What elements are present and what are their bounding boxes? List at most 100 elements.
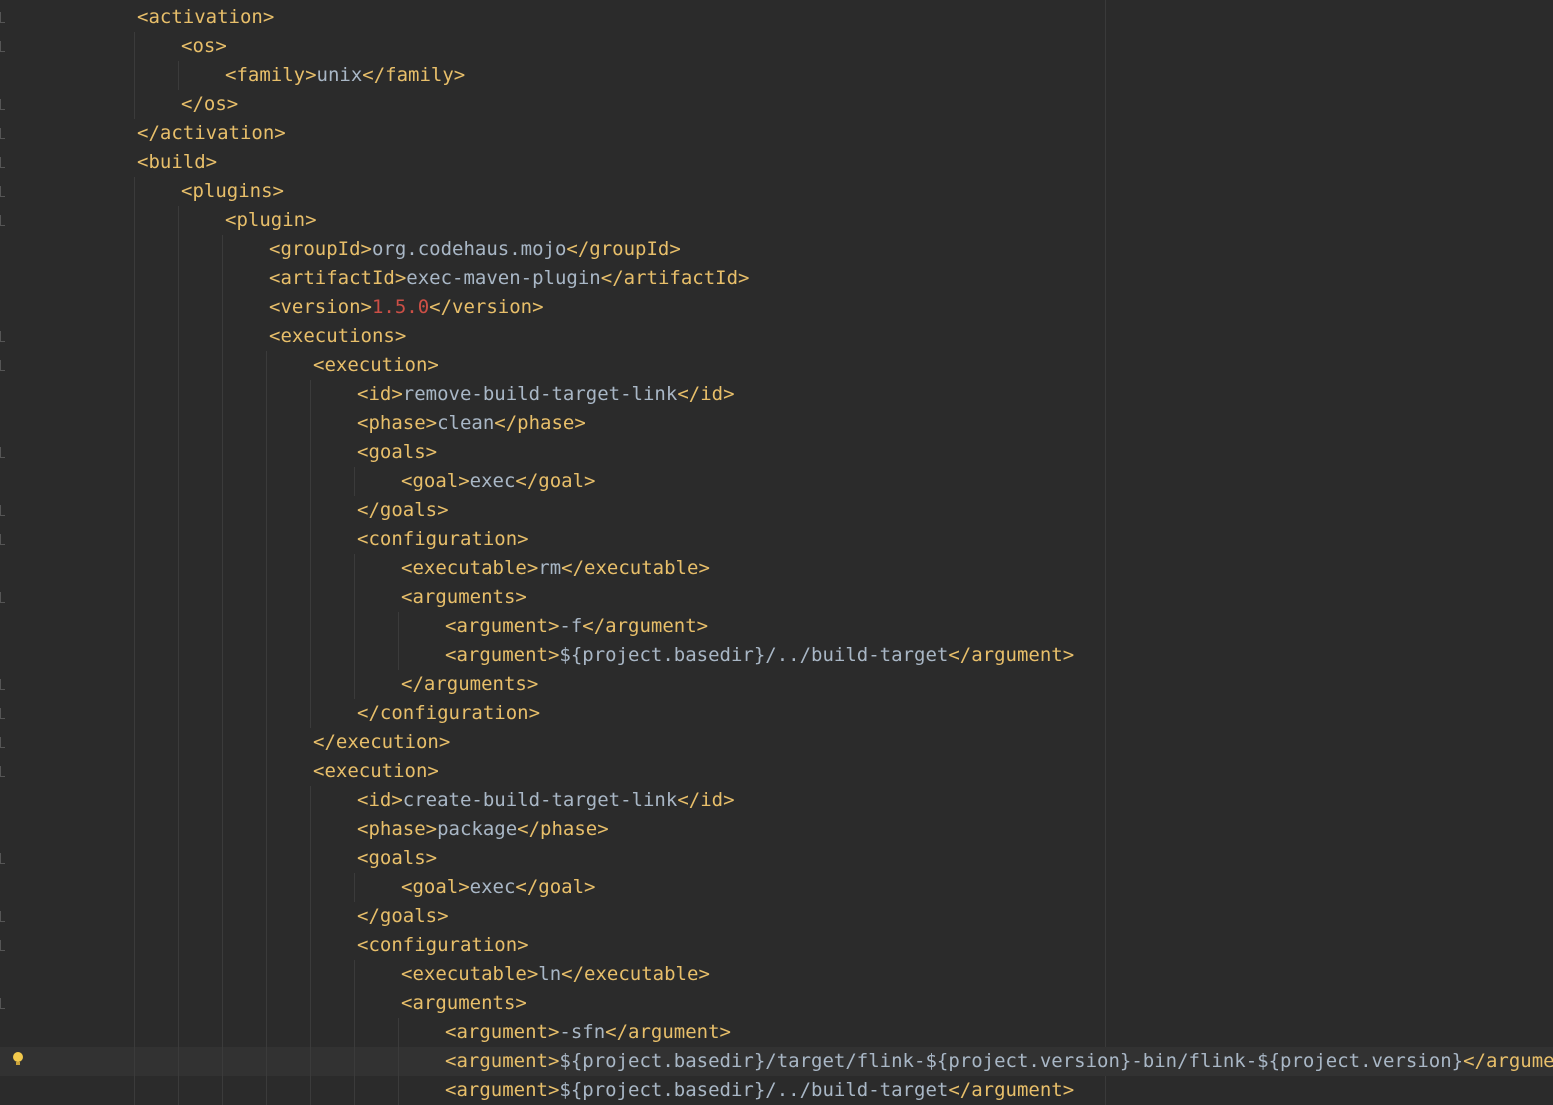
code-lines[interactable]: <activation> <os> <family>unix</family> </o…	[0, 3, 1553, 1105]
xml-text-value: remove-build-target-link	[402, 383, 678, 405]
xml-tag: </version>	[429, 296, 544, 318]
indent-guide	[310, 670, 311, 699]
indent-guide	[354, 960, 355, 989]
xml-text-value: clean	[437, 412, 495, 434]
code-line[interactable]: <version>1.5.0</version>	[0, 293, 1553, 322]
code-line[interactable]: <arguments>	[0, 583, 1553, 612]
code-line[interactable]: <id>remove-build-target-link</id>	[0, 380, 1553, 409]
code-line[interactable]: <argument>${project.basedir}/target/flin…	[0, 1047, 1553, 1076]
indent-guide	[134, 873, 135, 902]
fold-marker-icon[interactable]	[0, 592, 5, 603]
fold-marker-icon[interactable]	[0, 766, 5, 777]
code-text: <goal>exec</goal>	[401, 467, 595, 496]
fold-marker-icon[interactable]	[0, 157, 5, 168]
code-line[interactable]: <phase>package</phase>	[0, 815, 1553, 844]
code-line[interactable]: </os>	[0, 90, 1553, 119]
indent-guide	[354, 1047, 355, 1076]
code-line[interactable]: <goal>exec</goal>	[0, 873, 1553, 902]
xml-tag: </argument>	[948, 644, 1075, 666]
fold-marker-icon[interactable]	[0, 447, 5, 458]
code-line[interactable]: </goals>	[0, 496, 1553, 525]
fold-marker-icon[interactable]	[0, 534, 5, 545]
fold-marker-icon[interactable]	[0, 940, 5, 951]
code-line[interactable]: <goal>exec</goal>	[0, 467, 1553, 496]
code-line[interactable]: <activation>	[0, 3, 1553, 32]
xml-tag: <argument>	[445, 644, 560, 666]
fold-marker-icon[interactable]	[0, 99, 5, 110]
code-line[interactable]: </arguments>	[0, 670, 1553, 699]
code-line[interactable]: <phase>clean</phase>	[0, 409, 1553, 438]
code-line[interactable]: <id>create-build-target-link</id>	[0, 786, 1553, 815]
indent-guide	[222, 1018, 223, 1047]
code-line[interactable]: <family>unix</family>	[0, 61, 1553, 90]
fold-marker-icon[interactable]	[0, 998, 5, 1009]
indent-guide	[310, 873, 311, 902]
indent-guide	[178, 989, 179, 1018]
fold-marker-icon[interactable]	[0, 853, 5, 864]
fold-marker-icon[interactable]	[0, 708, 5, 719]
lightbulb-icon[interactable]	[13, 1052, 23, 1068]
fold-marker-icon[interactable]	[0, 505, 5, 516]
indent-guide	[134, 989, 135, 1018]
fold-marker-icon[interactable]	[0, 360, 5, 371]
xml-tag: </id>	[677, 383, 735, 405]
indent-guide	[134, 90, 135, 119]
xml-tag: </goals>	[357, 905, 449, 927]
indent-guide	[178, 496, 179, 525]
indent-guide	[222, 264, 223, 293]
code-line[interactable]: <groupId>org.codehaus.mojo</groupId>	[0, 235, 1553, 264]
fold-marker-icon[interactable]	[0, 911, 5, 922]
fold-marker-icon[interactable]	[0, 128, 5, 139]
fold-marker-icon[interactable]	[0, 737, 5, 748]
code-line[interactable]: </configuration>	[0, 699, 1553, 728]
xml-tag: </executable>	[561, 963, 710, 985]
indent-guide	[310, 1047, 311, 1076]
fold-marker-icon[interactable]	[0, 41, 5, 52]
code-line[interactable]: </goals>	[0, 902, 1553, 931]
code-editor[interactable]: <activation> <os> <family>unix</family> </o…	[0, 0, 1553, 1105]
fold-marker-icon[interactable]	[0, 679, 5, 690]
code-text: <configuration>	[357, 525, 529, 554]
code-line[interactable]: <os>	[0, 32, 1553, 61]
code-line[interactable]: </execution>	[0, 728, 1553, 757]
indent-guide	[354, 989, 355, 1018]
indent-guide	[134, 264, 135, 293]
indent-guide	[266, 757, 267, 786]
code-line[interactable]: </activation>	[0, 119, 1553, 148]
code-line[interactable]: <argument>-sfn</argument>	[0, 1018, 1553, 1047]
code-line[interactable]: <argument>${project.basedir}/../build-ta…	[0, 1076, 1553, 1105]
indent-guide	[178, 641, 179, 670]
code-line[interactable]: <executable>ln</executable>	[0, 960, 1553, 989]
code-line[interactable]: <goals>	[0, 438, 1553, 467]
xml-tag: </argument>	[605, 1021, 731, 1043]
code-line[interactable]: <plugin>	[0, 206, 1553, 235]
fold-marker-icon[interactable]	[0, 331, 5, 342]
code-line[interactable]: <artifactId>exec-maven-plugin</artifactI…	[0, 264, 1553, 293]
fold-marker-icon[interactable]	[0, 215, 5, 226]
code-line[interactable]: <executable>rm</executable>	[0, 554, 1553, 583]
indent-guide	[398, 641, 399, 670]
indent-guide	[134, 235, 135, 264]
code-line[interactable]: <arguments>	[0, 989, 1553, 1018]
indent-guide	[178, 235, 179, 264]
code-line[interactable]: <build>	[0, 148, 1553, 177]
indent-guide	[310, 1018, 311, 1047]
code-line[interactable]: <configuration>	[0, 931, 1553, 960]
fold-marker-icon[interactable]	[0, 186, 5, 197]
code-text: <id>remove-build-target-link</id>	[357, 380, 735, 409]
xml-text-value: package	[437, 818, 518, 840]
code-line[interactable]: <execution>	[0, 351, 1553, 380]
code-line[interactable]: <argument>-f</argument>	[0, 612, 1553, 641]
code-line[interactable]: <goals>	[0, 844, 1553, 873]
xml-tag: </executable>	[561, 557, 710, 579]
fold-marker-icon[interactable]	[0, 12, 5, 23]
code-line[interactable]: <configuration>	[0, 525, 1553, 554]
code-line[interactable]: <executions>	[0, 322, 1553, 351]
indent-guide	[178, 757, 179, 786]
indent-guide	[266, 699, 267, 728]
indent-guide	[398, 1076, 399, 1105]
code-line[interactable]: <execution>	[0, 757, 1553, 786]
code-line[interactable]: <argument>${project.basedir}/../build-ta…	[0, 641, 1553, 670]
code-line[interactable]: <plugins>	[0, 177, 1553, 206]
xml-text-value: ${project.basedir}/target/flink-${projec…	[559, 1050, 1464, 1072]
